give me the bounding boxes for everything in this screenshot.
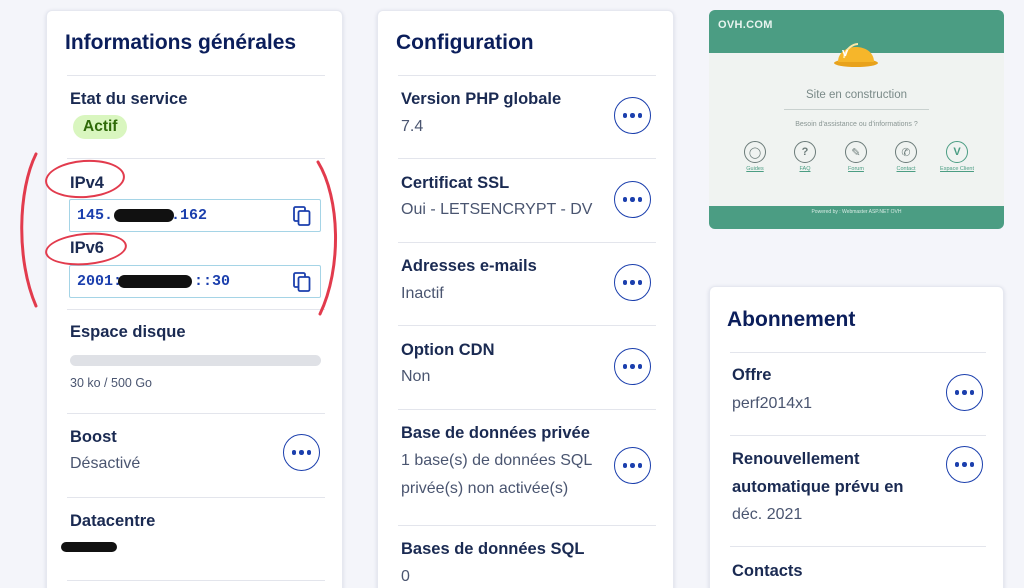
divider xyxy=(730,435,986,436)
ssl-actions-button[interactable] xyxy=(614,181,651,218)
status-badge: Actif xyxy=(73,115,128,139)
divider xyxy=(67,580,325,581)
divider xyxy=(67,158,325,159)
forum-icon: ✎ xyxy=(845,141,867,163)
disk-usage-bar xyxy=(70,355,321,366)
preview-brand: OVH.COM xyxy=(718,19,773,31)
divider xyxy=(398,325,656,326)
offer-value: perf2014x1 xyxy=(732,395,813,412)
annotation-bracket-left xyxy=(20,152,38,308)
disk-usage-text: 30 ko / 500 Go xyxy=(70,376,153,390)
divider xyxy=(784,109,929,110)
configuration-title: Configuration xyxy=(396,31,534,54)
divider xyxy=(67,75,325,76)
renewal-actions-button[interactable] xyxy=(946,446,983,483)
preview-link-guides[interactable]: Guides xyxy=(730,166,780,172)
private-db-value-line2: privée(s) non activée(s) xyxy=(401,480,569,497)
email-label: Adresses e-mails xyxy=(401,257,537,275)
boost-actions-button[interactable] xyxy=(283,434,320,471)
subscription-title: Abonnement xyxy=(727,308,856,331)
private-db-label: Base de données privée xyxy=(401,424,590,442)
divider xyxy=(398,75,656,76)
site-preview[interactable]: OVH.COM V Site en construction Besoin d'… xyxy=(709,10,1004,229)
renewal-value: déc. 2021 xyxy=(732,506,803,523)
datacentre-label: Datacentre xyxy=(70,512,156,530)
sql-db-value: 0 xyxy=(401,568,410,585)
configuration-card: Configuration Version PHP globale 7.4 Ce… xyxy=(377,10,674,588)
preview-link-contact[interactable]: Contact xyxy=(881,166,931,172)
private-db-value: 1 base(s) de données SQL xyxy=(401,452,593,469)
boost-value: Désactivé xyxy=(70,455,141,472)
ipv6-field[interactable]: 2001:::30 xyxy=(69,265,321,298)
renewal-label-line2: automatique prévu en xyxy=(732,478,904,496)
divider xyxy=(730,546,986,547)
ssl-label: Certificat SSL xyxy=(401,174,510,192)
preview-footer: Powered by : Webmaster ASP.NET OVH xyxy=(811,209,902,215)
ipv6-redaction xyxy=(118,275,192,288)
service-state-label: Etat du service xyxy=(70,90,188,108)
copy-icon[interactable] xyxy=(293,206,311,226)
guides-icon: ◯ xyxy=(744,141,766,163)
preview-title: Site en construction xyxy=(805,89,907,101)
svg-text:V: V xyxy=(842,49,849,58)
preview-link-faq[interactable]: FAQ xyxy=(780,166,830,172)
boost-label: Boost xyxy=(70,428,117,446)
cdn-value: Non xyxy=(401,368,431,385)
copy-icon[interactable] xyxy=(293,272,311,292)
cdn-actions-button[interactable] xyxy=(614,348,651,385)
renewal-label: Renouvellement xyxy=(732,450,860,468)
divider xyxy=(398,158,656,159)
sql-db-label: Bases de données SQL xyxy=(401,540,585,558)
disk-space-label: Espace disque xyxy=(70,323,186,341)
private-db-actions-button[interactable] xyxy=(614,447,651,484)
divider xyxy=(398,409,656,410)
php-actions-button[interactable] xyxy=(614,97,651,134)
preview-body xyxy=(709,53,1004,206)
phone-icon: ✆ xyxy=(895,141,917,163)
faq-icon: ? xyxy=(794,141,816,163)
ipv4-field[interactable]: 145. .162 xyxy=(69,199,321,232)
divider xyxy=(67,497,325,498)
subscription-card: Abonnement Offre perf2014x1 Renouvelleme… xyxy=(709,286,1004,588)
general-info-card: Informations générales Etat du service A… xyxy=(46,10,343,588)
offer-actions-button[interactable] xyxy=(946,374,983,411)
ssl-value: Oui - LETSENCRYPT - DV xyxy=(401,201,593,218)
preview-link-forum[interactable]: Forum xyxy=(831,166,881,172)
ipv4-redaction xyxy=(114,209,174,222)
datacentre-redaction xyxy=(61,542,117,552)
divider xyxy=(398,525,656,526)
divider xyxy=(398,242,656,243)
divider xyxy=(67,413,325,414)
php-version-label: Version PHP globale xyxy=(401,90,562,108)
contacts-label: Contacts xyxy=(732,562,803,580)
preview-link-customer-area[interactable]: Espace Client xyxy=(932,166,982,172)
helmet-icon: V xyxy=(834,43,878,67)
general-info-title: Informations générales xyxy=(65,31,297,54)
offer-label: Offre xyxy=(732,366,772,384)
divider xyxy=(730,352,986,353)
annotation-bracket-right xyxy=(316,160,338,316)
php-version-value: 7.4 xyxy=(401,118,424,135)
divider xyxy=(67,309,325,310)
email-actions-button[interactable] xyxy=(614,264,651,301)
customer-area-icon: V xyxy=(946,141,968,163)
preview-subtitle: Besoin d'assistance ou d'informations ? xyxy=(795,121,918,128)
email-value: Inactif xyxy=(401,285,444,302)
cdn-label: Option CDN xyxy=(401,341,495,359)
